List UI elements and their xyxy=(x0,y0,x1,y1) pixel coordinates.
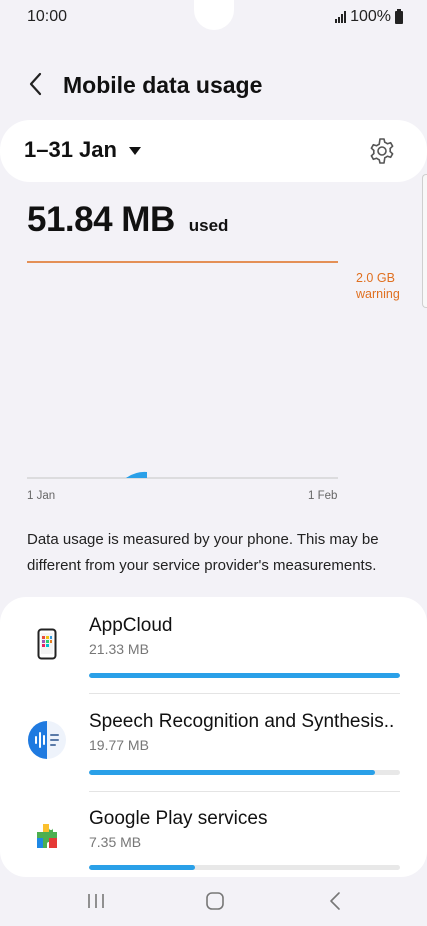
status-bar: 10:00 100% xyxy=(0,0,427,36)
home-icon xyxy=(206,892,224,910)
warning-label: 2.0 GB warning xyxy=(356,270,400,302)
period-card: 1–31 Jan xyxy=(0,120,427,182)
x-axis-end-label: 1 Feb xyxy=(308,490,338,502)
status-time: 10:00 xyxy=(27,8,68,25)
usage-bar-fill xyxy=(89,770,376,775)
chevron-left-icon xyxy=(29,72,42,96)
phone-screen: 10:00 100% Mobile data usage 1–31 Jan 51… xyxy=(0,0,427,926)
caret-down-icon xyxy=(128,147,141,155)
back-icon xyxy=(330,892,340,910)
app-size: 7.35 MB xyxy=(89,834,142,850)
back-nav-button[interactable] xyxy=(320,888,350,914)
appcloud-icon xyxy=(26,623,68,665)
usage-curve xyxy=(126,471,147,478)
list-item-google-play-services[interactable]: Google Play services 7.35 MB xyxy=(0,792,427,877)
gear-icon xyxy=(370,138,394,164)
usage-suffix: used xyxy=(188,216,229,235)
signal-icon xyxy=(335,11,347,23)
period-label: 1–31 Jan xyxy=(24,137,117,162)
app-name: Speech Recognition and Synthesis.. xyxy=(89,711,395,732)
list-item-appcloud[interactable]: AppCloud 21.33 MB xyxy=(0,597,427,694)
app-list: AppCloud 21.33 MB Speech Recognition and… xyxy=(0,597,427,877)
app-name: Google Play services xyxy=(89,808,268,829)
back-button[interactable] xyxy=(22,70,50,98)
app-name: AppCloud xyxy=(89,615,173,636)
info-text: Data usage is measured by your phone. Th… xyxy=(27,531,379,574)
warning-amount: 2.0 GB xyxy=(356,271,395,285)
period-dropdown[interactable]: 1–31 Jan xyxy=(24,137,141,163)
page-title: Mobile data usage xyxy=(63,72,263,98)
header: Mobile data usage xyxy=(0,62,427,106)
usage-bar xyxy=(89,865,400,870)
navigation-bar xyxy=(0,876,427,926)
camera-notch xyxy=(194,0,234,30)
battery-icon xyxy=(395,8,403,24)
battery-percent: 100% xyxy=(350,8,391,25)
list-item-speech-recognition[interactable]: Speech Recognition and Synthesis.. 19.77… xyxy=(0,694,427,791)
usage-bar xyxy=(89,673,400,678)
usage-amount: 51.84 MB xyxy=(27,200,175,239)
usage-bar-fill xyxy=(89,673,400,678)
settings-button[interactable] xyxy=(367,136,397,166)
home-button[interactable] xyxy=(200,888,230,914)
speech-icon xyxy=(26,719,68,761)
usage-bar-fill xyxy=(89,865,195,870)
recents-button[interactable] xyxy=(81,888,111,914)
play-services-icon xyxy=(26,815,68,857)
app-size: 19.77 MB xyxy=(89,737,149,753)
x-axis-start-label: 1 Jan xyxy=(27,490,56,502)
app-size: 21.33 MB xyxy=(89,641,149,657)
status-indicators: 100% xyxy=(335,8,403,26)
warning-word: warning xyxy=(356,287,400,301)
usage-bar xyxy=(89,770,400,775)
recents-icon xyxy=(88,894,104,908)
usage-summary: 51.84 MB used xyxy=(27,200,228,240)
